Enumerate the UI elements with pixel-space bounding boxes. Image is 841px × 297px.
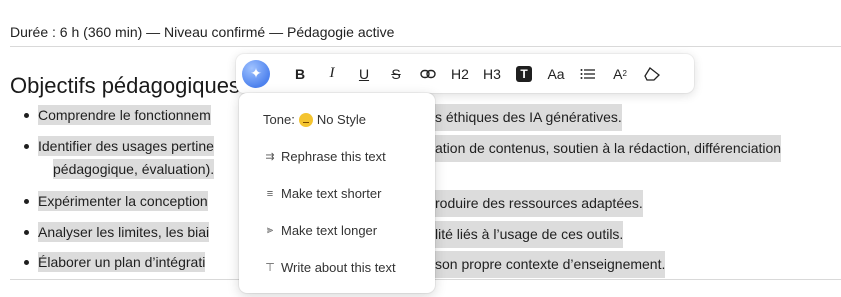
- heading2-button[interactable]: H2: [446, 60, 474, 88]
- italic-button[interactable]: I: [318, 60, 346, 88]
- list-item[interactable]: Expérimenter la conception roduire des re…: [24, 190, 643, 217]
- bullet: [24, 260, 29, 265]
- formatting-toolbar: ✦ B I U S H2 H3 T Aa A2: [236, 54, 694, 93]
- longer-icon: ⫸: [266, 224, 274, 236]
- ai-actions-menu: Tone: No Style ⇉ Rephrase this text ≡ Ma…: [239, 93, 435, 293]
- superscript-exp: 2: [622, 69, 627, 78]
- text-box-icon: T: [516, 65, 532, 82]
- tone-selector[interactable]: Tone: No Style: [263, 112, 366, 127]
- tone-label: Tone:: [263, 112, 295, 127]
- heading3-button[interactable]: H3: [478, 60, 506, 88]
- longer-menu-item[interactable]: ⫸ Make text longer: [263, 223, 377, 238]
- list-item[interactable]: Identifier des usages pertine ation de co…: [24, 135, 782, 181]
- item-text-right: lité liés à l’usage de ces outils.: [435, 221, 624, 248]
- sparkle-icon[interactable]: ✦: [242, 59, 270, 88]
- item-text-left: Identifier des usages pertine: [38, 136, 214, 156]
- bullet: [24, 144, 29, 149]
- neutral-face-icon: [298, 112, 313, 127]
- item-text-left: Analyser les limites, les biai: [38, 222, 210, 242]
- eraser-icon[interactable]: [638, 60, 666, 88]
- shorter-icon: ≡: [266, 187, 274, 200]
- item-text-left: Comprendre le fonctionnem: [38, 105, 211, 125]
- item-text-right: s éthiques des IA génératives.: [435, 104, 622, 131]
- superscript-button[interactable]: A2: [606, 60, 634, 88]
- superscript-base: A: [613, 65, 623, 82]
- underline-button[interactable]: U: [350, 60, 378, 88]
- menu-item-label: Make text longer: [281, 223, 378, 238]
- bold-button[interactable]: B: [286, 60, 314, 88]
- item-text-left: Expérimenter la conception: [38, 191, 208, 211]
- tone-value: No Style: [316, 112, 366, 127]
- menu-item-label: Make text shorter: [281, 186, 382, 201]
- font-size-button[interactable]: Aa: [542, 60, 570, 88]
- strikethrough-button[interactable]: S: [382, 60, 410, 88]
- bullet: [24, 113, 29, 118]
- course-meta: Durée : 6 h (360 min) — Niveau confirmé …: [10, 24, 395, 40]
- bullet-list-icon[interactable]: [574, 60, 602, 88]
- item-text-line2: pédagogique, évaluation).: [53, 159, 215, 179]
- divider: [10, 46, 841, 47]
- link-icon[interactable]: [414, 60, 442, 88]
- write-about-icon: ⊤: [265, 262, 275, 274]
- bullet: [24, 230, 29, 235]
- rephrase-menu-item[interactable]: ⇉ Rephrase this text: [263, 149, 386, 164]
- text-box-button[interactable]: T: [510, 60, 538, 88]
- item-text-left: Élaborer un plan d’intégrati: [38, 252, 206, 272]
- list-item[interactable]: Comprendre le fonctionnem s éthiques des …: [24, 104, 622, 131]
- menu-item-label: Rephrase this text: [281, 149, 386, 164]
- item-text-right: roduire des ressources adaptées.: [435, 190, 643, 217]
- write-about-menu-item[interactable]: ⊤ Write about this text: [263, 260, 396, 275]
- item-text-right: son propre contexte d’enseignement.: [435, 251, 666, 278]
- section-heading: Objectifs pédagogiques: [10, 73, 240, 98]
- list-item[interactable]: Analyser les limites, les biai lité liés …: [24, 221, 624, 248]
- bullet: [24, 199, 29, 204]
- menu-item-label: Write about this text: [281, 260, 396, 275]
- item-text-right: ation de contenus, soutien à la rédactio…: [435, 135, 782, 162]
- list-item[interactable]: Élaborer un plan d’intégrati son propre c…: [24, 251, 666, 278]
- shorter-menu-item[interactable]: ≡ Make text shorter: [263, 186, 382, 201]
- rephrase-icon: ⇉: [265, 151, 275, 163]
